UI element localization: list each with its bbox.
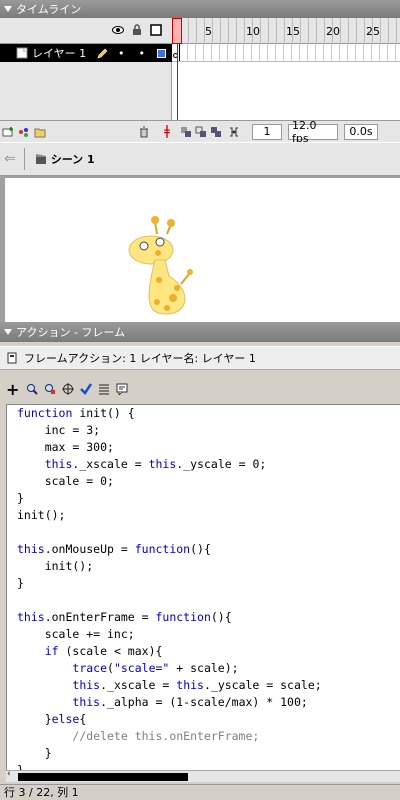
check-syntax-icon[interactable] [80,383,92,395]
edit-multiple-frames-icon[interactable] [210,126,222,138]
code-line: }else{ [17,712,87,726]
frame-rate-field: 12.0 fps [287,119,338,145]
horizontal-scrollbar[interactable]: ‹ [6,769,400,782]
ruler-tick: 25 [366,25,380,38]
add-statement-icon[interactable]: + [6,380,20,399]
code-line: this.onEnterFrame = function(){ [17,610,232,624]
actions-title-bar[interactable]: アクション - フレーム [0,322,400,342]
timeline-panel: タイムライン 1 5 10 15 20 25 レイヤー 1 • • [0,0,400,145]
target-path-icon[interactable] [62,383,74,395]
timeline-title: タイムライン [16,3,82,16]
add-folder-icon[interactable] [34,126,46,138]
current-frame-field: 1 [251,123,282,140]
code-line: this.onMouseUp = function(){ [17,542,211,556]
code-line: this._xscale = this._yscale = 0; [44,457,267,471]
status-bar: 行 3 / 22, 列 1 [0,784,400,800]
code-line: inc = 3; [17,423,101,437]
pencil-icon [97,48,108,59]
collapse-triangle-icon[interactable] [4,6,12,12]
timeline-title-bar[interactable]: タイムライン [0,0,400,18]
actions-info-bar: フレームアクション: 1 レイヤー名: レイヤー 1 [0,346,400,370]
onion-outline-icon[interactable] [195,126,207,138]
onion-skin-icon[interactable] [180,126,192,138]
lock-icon[interactable] [131,24,143,36]
layer-name: レイヤー 1 [32,47,87,60]
code-line: this._alpha = (1-scale/max) * 100; [72,695,308,709]
code-line: function init() { [17,406,135,420]
layer-page-icon [16,47,28,59]
actions-panel: アクション - フレーム フレームアクション: 1 レイヤー名: レイヤー 1 … [0,322,400,800]
frame-action-icon [7,352,17,364]
replace-icon[interactable] [44,383,56,395]
frames-row[interactable] [172,44,400,62]
timeline-header: 1 5 10 15 20 25 [0,18,400,44]
code-hint-icon[interactable] [116,383,128,395]
ruler-tick: 15 [286,25,300,38]
stage-area [0,176,400,322]
scene-clapper-icon [35,154,46,164]
giraffe-illustration[interactable] [115,206,205,326]
code-line: this._xscale = this._yscale = scale; [72,678,322,692]
ruler-tick: 10 [246,25,260,38]
code-line: } [17,746,52,760]
ruler-tick: 5 [205,25,212,38]
find-icon[interactable] [26,383,38,395]
actions-toolbar: + [0,374,400,404]
code-line: } [17,576,24,590]
scroll-left-icon[interactable]: ‹ [7,769,11,779]
scene-bar: ⇐ シーン 1 [0,142,400,176]
collapse-triangle-icon[interactable] [4,329,12,335]
center-frame-icon[interactable]: ǂ [164,124,170,139]
auto-format-icon[interactable] [98,383,110,395]
frame-area [172,62,400,120]
code-line: if (scale < max){ [44,644,163,658]
code-line: } [17,763,24,770]
back-arrow-icon[interactable]: ⇐ [4,151,16,167]
code-line: init(); [17,559,94,573]
code-line: trace("scale=" + scale); [72,661,239,675]
layer-row[interactable]: レイヤー 1 • • [0,44,172,62]
code-line: max = 300; [17,440,114,454]
frame-ruler[interactable]: 1 5 10 15 20 25 [172,18,400,44]
actions-title: アクション - フレーム [16,326,126,339]
keyframe[interactable] [172,44,180,61]
code-line: scale = 0; [17,474,114,488]
code-line: scale += inc; [17,627,135,641]
add-guide-layer-icon[interactable] [18,126,30,138]
layer-color-swatch[interactable] [157,48,166,58]
outline-icon[interactable] [150,24,162,36]
visibility-dot-icon[interactable]: • [118,47,125,60]
timeline-footer: ǂ 1 12.0 fps 0.0s [0,119,400,145]
elapsed-time-field: 0.0s [343,123,378,140]
code-line: } [17,491,24,505]
ruler-tick: 20 [326,25,340,38]
onion-markers-icon[interactable] [228,126,240,138]
scene-name[interactable]: シーン 1 [51,151,95,167]
trash-icon[interactable] [138,126,150,138]
script-editor[interactable]: function init() { inc = 3; max = 300; th… [6,404,400,770]
eye-icon[interactable] [112,24,124,36]
add-layer-icon[interactable] [2,126,14,138]
code-line: //delete this.onEnterFrame; [72,729,260,743]
code-line: init(); [17,508,66,522]
scrollbar-thumb[interactable] [18,773,188,781]
stage-canvas[interactable] [5,178,400,322]
layer-list-area [0,62,172,120]
playhead[interactable] [172,18,182,44]
lock-dot-icon[interactable]: • [139,47,146,60]
actions-info-text: フレームアクション: 1 レイヤー名: レイヤー 1 [24,352,256,365]
